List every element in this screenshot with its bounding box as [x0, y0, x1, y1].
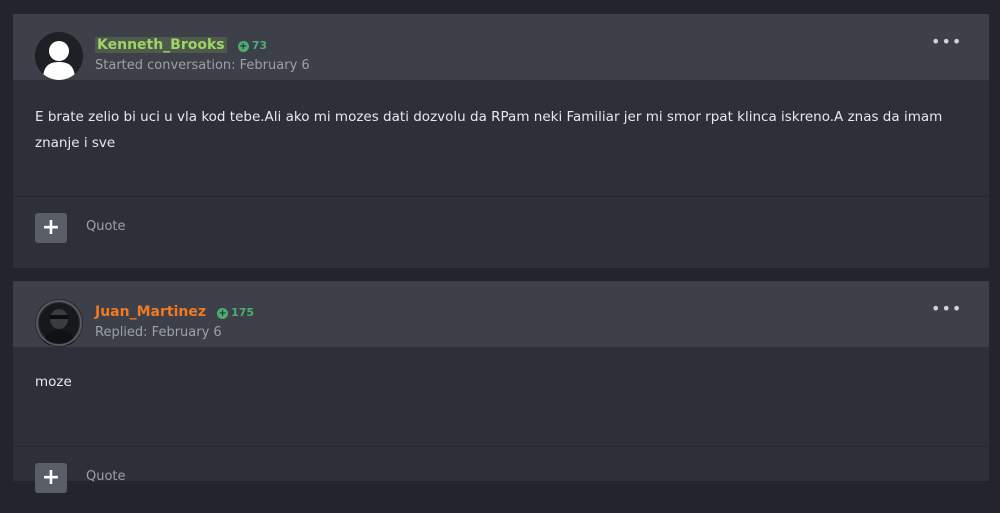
- post-content: E brate zelio bi uci u vla kod tebe.Ali …: [35, 109, 943, 151]
- author-line: Kenneth_Brooks +73: [95, 34, 267, 54]
- reputation-badge[interactable]: +73: [237, 39, 268, 52]
- post-content: moze: [35, 374, 72, 390]
- author-line: Juan_Martinez +175: [95, 301, 254, 321]
- reputation-plus-icon: +: [217, 308, 229, 319]
- quote-button[interactable]: Quote: [86, 219, 126, 234]
- post-date: Replied: February 6: [95, 325, 222, 340]
- post-options-button[interactable]: •••: [931, 301, 961, 317]
- conversation-post: Juan_Martinez +175 Replied: February 6 •…: [13, 281, 989, 493]
- reputation-count: 73: [251, 39, 268, 52]
- avatar[interactable]: [35, 299, 83, 347]
- post-header: Juan_Martinez +175 Replied: February 6 •…: [13, 281, 989, 347]
- post-options-button[interactable]: •••: [931, 34, 961, 50]
- reputation-badge[interactable]: +175: [217, 306, 254, 319]
- post-footer: + Quote: [13, 196, 989, 263]
- conversation-post: Kenneth_Brooks +73 Started conversation:…: [13, 14, 989, 268]
- conversation-page: Kenneth_Brooks +73 Started conversation:…: [0, 0, 1000, 493]
- post-header: Kenneth_Brooks +73 Started conversation:…: [13, 14, 989, 80]
- multiquote-button[interactable]: +: [35, 463, 67, 493]
- avatar[interactable]: [35, 32, 83, 80]
- post-date: Started conversation: February 6: [95, 58, 310, 73]
- quote-button[interactable]: Quote: [86, 469, 126, 484]
- author-name-link[interactable]: Juan_Martinez: [95, 304, 206, 320]
- reputation-count: 175: [231, 306, 255, 319]
- reputation-plus-icon: +: [237, 41, 249, 52]
- post-footer: + Quote: [13, 446, 989, 513]
- user-silhouette-icon: [35, 32, 83, 80]
- user-photo-icon: [35, 299, 83, 347]
- author-name-link[interactable]: Kenneth_Brooks: [95, 37, 227, 53]
- multiquote-button[interactable]: +: [35, 213, 67, 243]
